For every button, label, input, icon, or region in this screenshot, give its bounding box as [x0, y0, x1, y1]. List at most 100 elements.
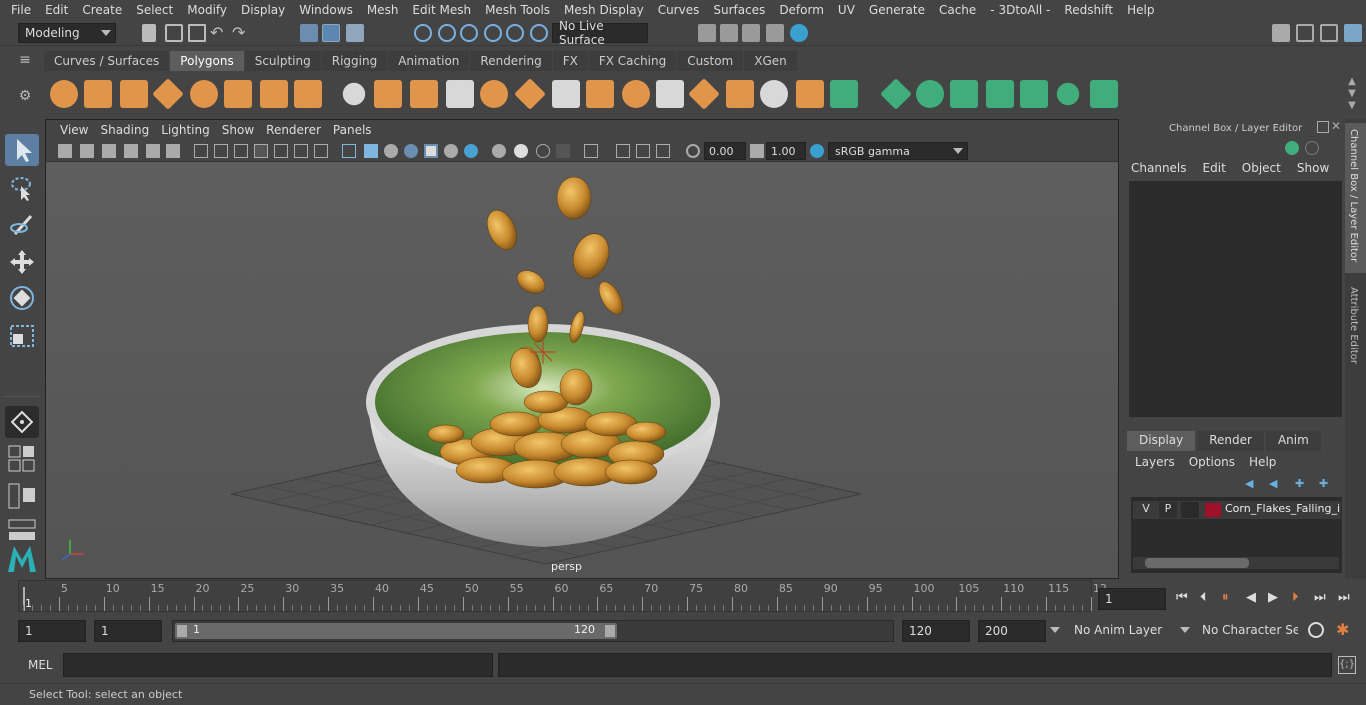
snap-vertex-icon[interactable] — [530, 24, 548, 42]
scrollbar-thumb[interactable] — [1145, 558, 1249, 568]
menu-cache[interactable]: Cache — [932, 3, 983, 17]
move-layer-down-icon[interactable]: ◀ — [1269, 477, 1281, 490]
3d-scene-view[interactable]: persp — [46, 162, 1118, 578]
viewport-menu-lighting[interactable]: Lighting — [155, 123, 216, 137]
chevron-down-icon[interactable] — [1180, 627, 1190, 633]
layer-scrollbar[interactable] — [1133, 557, 1339, 569]
field-chart-icon[interactable] — [274, 144, 288, 158]
snap-curve-icon[interactable] — [438, 24, 456, 42]
xray-icon[interactable] — [616, 144, 630, 158]
range-slider-track[interactable]: 1 120 — [172, 620, 894, 642]
menu-3dtoall[interactable]: - 3DtoAll - — [983, 3, 1057, 17]
layer-tab-display[interactable]: Display — [1127, 431, 1196, 451]
viewport-menu-panels[interactable]: Panels — [327, 123, 378, 137]
side-tab-attribute-editor[interactable]: Attribute Editor — [1345, 283, 1366, 373]
menu-uv[interactable]: UV — [831, 3, 862, 17]
new-layer-icon[interactable]: ✚ — [1295, 477, 1307, 490]
menu-help[interactable]: Help — [1120, 3, 1161, 17]
step-forward-frame-icon[interactable]: ⏵ — [1292, 590, 1299, 605]
snap-grid-icon[interactable] — [414, 24, 432, 42]
uv-editor-icon[interactable] — [880, 78, 912, 110]
camera-attributes-icon[interactable] — [80, 144, 94, 158]
tab-animation[interactable]: Animation — [388, 51, 470, 71]
bookmark-icon[interactable] — [102, 144, 116, 158]
channel-box-menu-edit[interactable]: Edit — [1203, 161, 1226, 179]
menu-mesh[interactable]: Mesh — [360, 3, 406, 17]
color-space-dropdown[interactable]: sRGB gamma — [828, 142, 968, 160]
new-scene-icon[interactable] — [142, 24, 156, 42]
resolution-gate-icon[interactable] — [234, 144, 248, 158]
script-editor-icon[interactable]: {;} — [1338, 656, 1356, 674]
isolate-select-icon[interactable] — [584, 144, 598, 158]
attribute-editor-toggle-icon[interactable] — [1320, 24, 1338, 42]
animation-start-field[interactable]: 1 — [18, 620, 86, 642]
layer-reference-toggle[interactable] — [1181, 502, 1199, 518]
float-panel-icon[interactable] — [1317, 121, 1329, 133]
chevron-down-icon[interactable] — [1050, 627, 1060, 633]
menu-mesh-tools[interactable]: Mesh Tools — [478, 3, 557, 17]
safe-title-icon[interactable] — [314, 144, 328, 158]
tab-polygons[interactable]: Polygons — [170, 51, 244, 71]
gamma-field[interactable]: 1.00 — [766, 142, 806, 160]
shelf-menu-icon[interactable]: ≡ — [14, 52, 36, 72]
edge-loop-icon[interactable] — [656, 80, 684, 108]
menu-select[interactable]: Select — [129, 3, 180, 17]
wireframe-on-shaded-icon[interactable] — [404, 144, 418, 158]
workspace-icon[interactable] — [1272, 24, 1290, 42]
separate-icon[interactable] — [374, 80, 402, 108]
extrude-icon[interactable] — [552, 80, 580, 108]
poly-cylinder-icon[interactable] — [120, 80, 148, 108]
combine-icon[interactable] — [338, 78, 370, 110]
safe-action-icon[interactable] — [294, 144, 308, 158]
2d-pan-zoom-icon[interactable] — [146, 144, 160, 158]
channel-box-keyframe-icon[interactable] — [1285, 141, 1299, 155]
render-frame-icon[interactable] — [720, 24, 738, 42]
render-view-icon[interactable] — [698, 24, 716, 42]
insert-edge-icon[interactable] — [688, 78, 720, 110]
channel-box-menu-channels[interactable]: Channels — [1131, 161, 1187, 179]
tab-sculpting[interactable]: Sculpting — [244, 51, 321, 71]
viewport-menu-renderer[interactable]: Renderer — [260, 123, 327, 137]
grease-pencil-icon[interactable] — [166, 144, 180, 158]
image-plane-icon[interactable] — [124, 144, 138, 158]
target-weld-icon[interactable] — [622, 80, 650, 108]
poly-pyramid-icon[interactable] — [260, 80, 288, 108]
grid-toggle-icon[interactable] — [194, 144, 208, 158]
select-tool-icon[interactable] — [5, 134, 39, 166]
undo-icon[interactable]: ↶ — [210, 24, 228, 42]
save-scene-icon[interactable] — [188, 24, 206, 42]
move-layer-up-icon[interactable]: ◀ — [1245, 477, 1257, 490]
ambient-occlusion-icon[interactable] — [492, 144, 506, 158]
go-to-end-icon[interactable]: ⏭ — [1338, 590, 1350, 605]
menu-mesh-display[interactable]: Mesh Display — [557, 3, 651, 17]
transfer-icon[interactable] — [1090, 80, 1118, 108]
toggle-ui-icon[interactable] — [1296, 24, 1314, 42]
play-forwards-icon[interactable]: ▶ — [1268, 590, 1278, 605]
time-ruler[interactable]: 1 5 10 15 20 25 30 35 40 45 50 55 60 65 70 75 80 85 90 95 1… — [18, 580, 1107, 612]
anti-aliasing-icon[interactable] — [536, 144, 550, 158]
select-hierarchy-icon[interactable] — [300, 24, 318, 42]
playback-end-field[interactable]: 120 — [902, 620, 970, 642]
character-set-dropdown[interactable]: No Character Set — [1196, 620, 1298, 642]
ipr-render-icon[interactable] — [742, 24, 760, 42]
menu-generate[interactable]: Generate — [862, 3, 932, 17]
mode-selector[interactable]: Modeling — [18, 23, 116, 43]
gamma-icon[interactable] — [750, 144, 764, 158]
extract-icon[interactable] — [410, 80, 438, 108]
anim-layer-dropdown[interactable]: No Anim Layer — [1068, 620, 1190, 642]
shelf-settings-icon[interactable]: ⚙ — [14, 88, 36, 108]
select-object-icon[interactable] — [322, 24, 340, 42]
channel-box-menu-object[interactable]: Object — [1242, 161, 1281, 179]
menu-curves[interactable]: Curves — [651, 3, 707, 17]
snap-view-plane-icon[interactable] — [484, 24, 502, 42]
multi-cut-icon[interactable] — [586, 80, 614, 108]
xray-components-icon[interactable] — [656, 144, 670, 158]
command-input[interactable] — [63, 653, 493, 677]
tab-fx-caching[interactable]: FX Caching — [588, 51, 677, 71]
tab-custom[interactable]: Custom — [677, 51, 744, 71]
menu-edit[interactable]: Edit — [38, 3, 75, 17]
poly-torus-icon[interactable] — [224, 80, 252, 108]
move-tool-icon[interactable] — [5, 246, 39, 278]
shelf-scroll-icon[interactable]: ▲ ▼ ▼ — [1345, 76, 1359, 114]
channel-box-settings-icon[interactable] — [1305, 141, 1319, 155]
